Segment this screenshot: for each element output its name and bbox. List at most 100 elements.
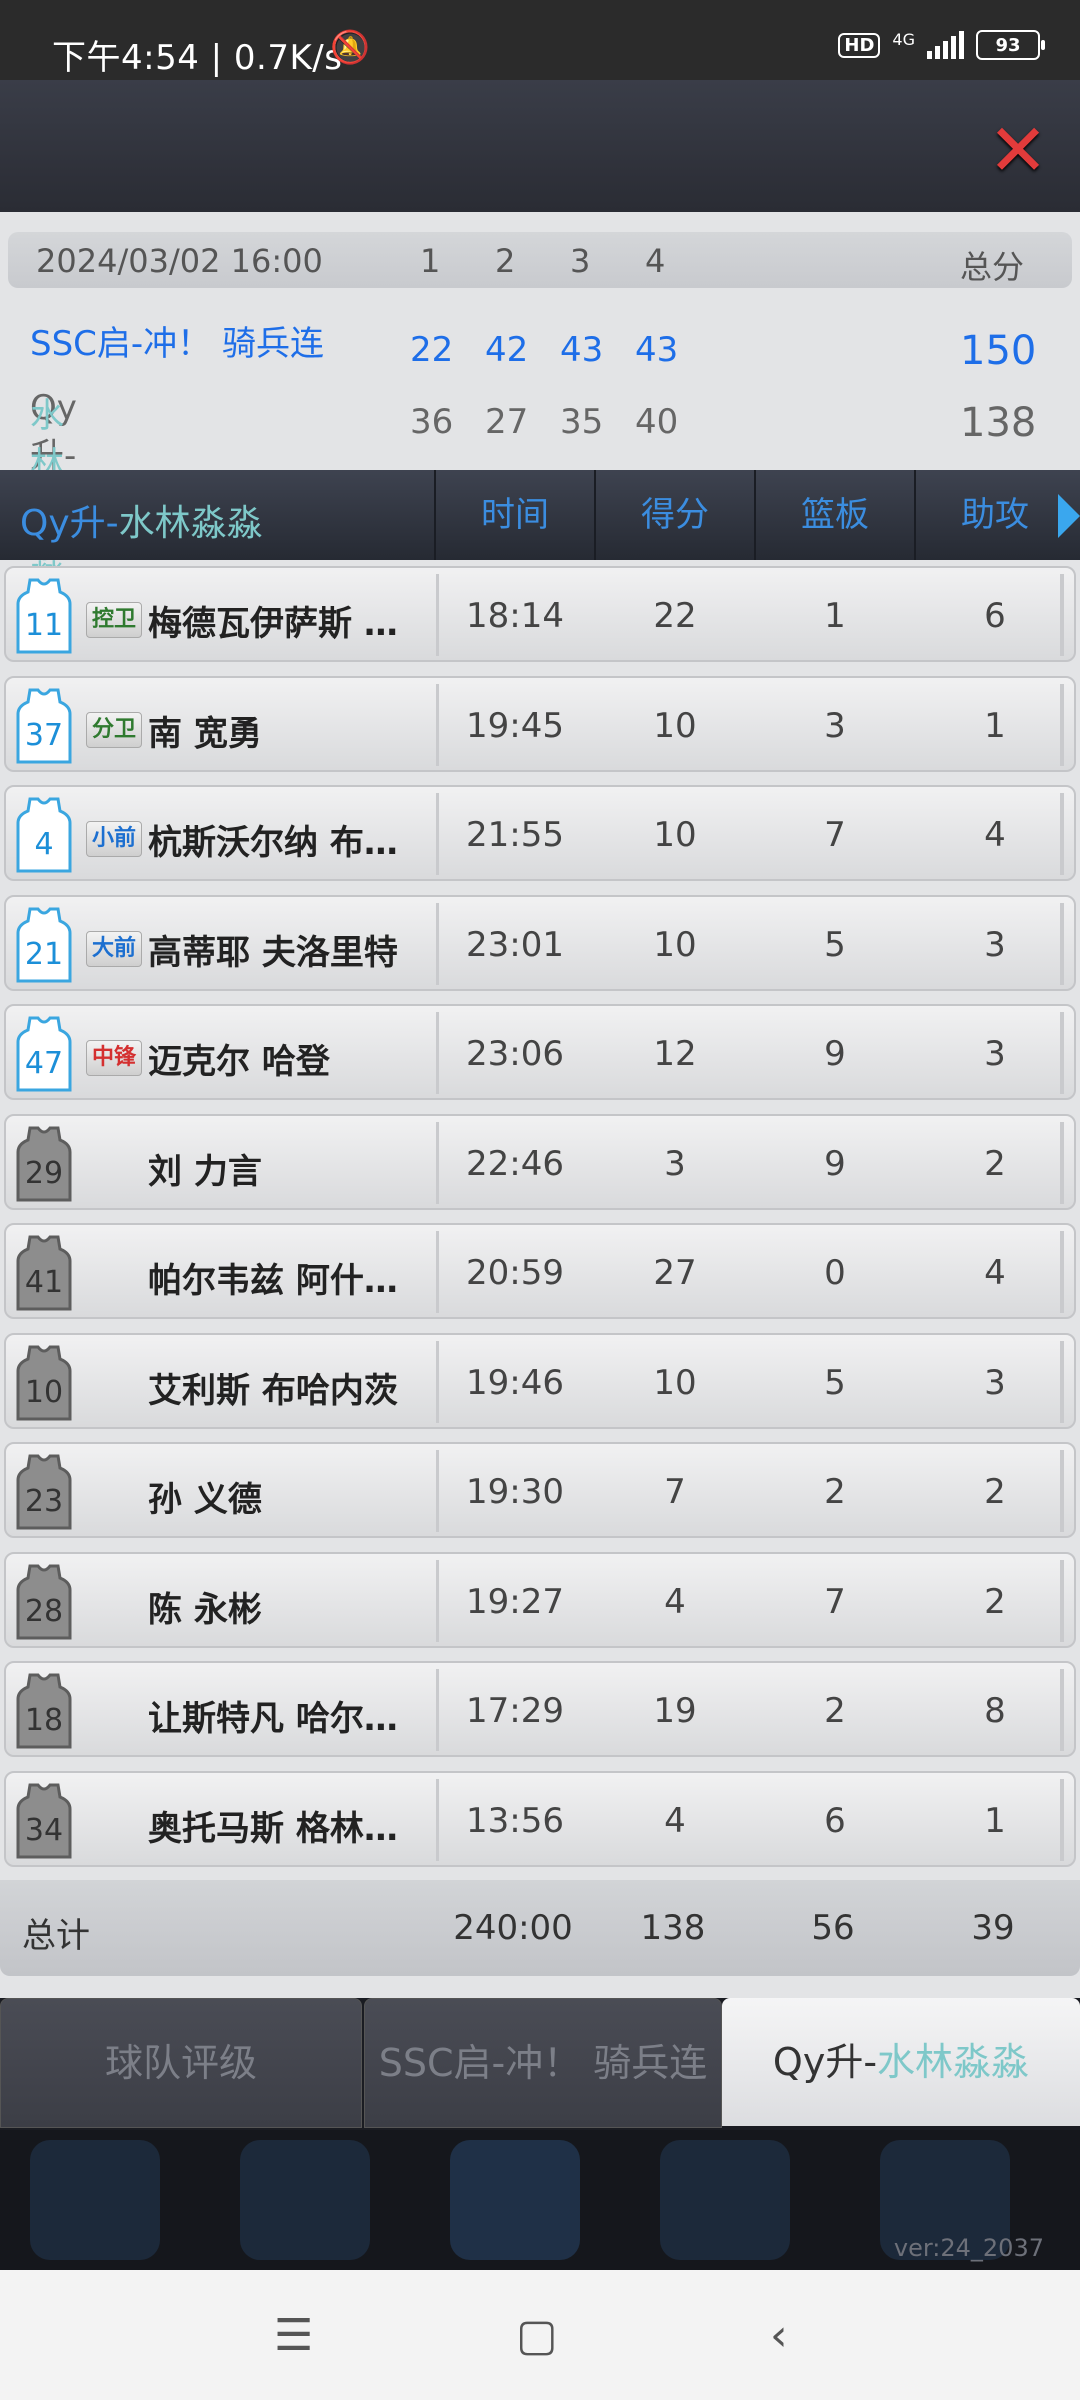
jersey-number: 23 [24,1484,64,1519]
home-team-score-row: SSC启-冲！ 骑兵连 22 42 43 43 150 [0,310,1080,374]
home-icon[interactable]: ▢ [516,2310,558,2361]
table-row[interactable]: 18 让斯特凡 哈尔恩瓦 17:29 19 2 8 [4,1661,1076,1757]
position-badge: 大前 [86,930,142,967]
player-name: 杭斯沃尔纳 布伦... [148,823,426,863]
table-row[interactable]: 47 中锋 迈克尔 哈登 23:06 12 9 3 [4,1004,1076,1100]
column-header-time[interactable]: 时间 [434,470,594,560]
row-edge [1060,1340,1064,1423]
close-icon[interactable]: ✕ [986,114,1050,186]
player-name: 南 宽勇 [148,713,262,754]
player-time: 19:27 [466,1581,564,1622]
row-edge [1060,574,1064,656]
player-rebounds: 7 [824,1581,846,1622]
bg-menu-icon [240,2140,370,2260]
total-row: 总计 240:00 138 56 39 [0,1880,1080,1976]
signal-icon [927,31,964,59]
battery-level: 93 [995,34,1021,56]
tab-team-rating[interactable]: 球队评级 [0,1998,362,2128]
table-row[interactable]: 4 小前 杭斯沃尔纳 布伦... 21:55 10 7 4 [4,785,1076,881]
tab-home-team[interactable]: SSC启-冲！ 骑兵连 [364,1998,722,2128]
bg-menu-icon [30,2140,160,2260]
status-bar: 下午4:54 | 0.7K/s 🔕 HD 4G 93 [0,0,1080,80]
table-row[interactable]: 10 艾利斯 布哈内茨 19:46 10 5 3 [4,1332,1076,1429]
position-badge: 控卫 [86,602,142,638]
row-edge [1060,1231,1064,1313]
column-header-rebounds[interactable]: 篮板 [754,470,914,560]
quarter-score: 22 [410,330,454,370]
table-row[interactable]: 23 孙 义德 19:30 7 2 2 [4,1442,1076,1538]
player-rebounds: 3 [824,705,846,746]
player-assists: 1 [984,1800,1006,1841]
jersey-icon: 11 [16,578,72,654]
away-team-score-row: Qy升-水林淼淼 36 27 35 40 138 [0,380,1080,583]
jersey-icon: 47 [16,1016,72,1092]
quarter-score: 27 [485,402,529,442]
scroll-right-arrow-icon[interactable] [1058,494,1080,538]
player-points: 7 [664,1472,686,1512]
table-row[interactable]: 29 刘 力言 22:46 3 9 2 [4,1113,1076,1210]
player-assists: 6 [984,596,1006,636]
row-edge [1060,683,1064,766]
player-assists: 4 [984,815,1006,855]
column-header-points[interactable]: 得分 [594,470,754,560]
back-icon[interactable]: ‹ [770,2310,788,2361]
total-assists: 39 [971,1908,1015,1948]
total-rebounds: 56 [811,1908,855,1948]
match-datetime: 2024/03/02 16:00 [36,242,323,280]
jersey-icon: 18 [16,1673,72,1749]
jersey-number: 29 [24,1155,64,1191]
hd-icon: HD [838,32,881,58]
player-points: 27 [653,1253,697,1293]
jersey-number: 47 [24,1046,64,1081]
menu-icon[interactable]: ☰ [274,2310,313,2361]
table-row[interactable]: 37 分卫南 宽勇 19:45 10 3 1 [4,675,1076,772]
column-header-assists[interactable]: 助攻 [914,470,1074,560]
table-row[interactable]: 28 陈 永彬 19:27 4 7 2 [4,1551,1076,1648]
player-rebounds: 6 [824,1800,846,1841]
tab-away-prefix: Qy升- [772,2040,878,2084]
table-row[interactable]: 11 控卫 梅德瓦伊萨斯 莱... 18:14 22 1 6 [4,566,1076,662]
home-team-name: SSC启-冲！ 骑兵连 [30,324,324,364]
player-points: 19 [653,1691,697,1731]
jersey-number: 37 [24,717,64,753]
row-edge [1060,1450,1064,1532]
row-edge [1060,1559,1064,1642]
player-time: 23:01 [466,924,564,965]
score-header: 2024/03/02 16:00 1 2 3 4 总分 [8,232,1072,288]
player-rebounds: 7 [824,815,846,855]
jersey-icon: 34 [16,1783,72,1859]
player-rebounds: 0 [824,1253,846,1293]
team-tabs: 球队评级 SSC启-冲！ 骑兵连 Qy升-水林淼淼 [0,1998,1080,2130]
player-stats-header: Qy升-水林淼淼 时间 得分 篮板 助攻 [0,470,1080,560]
player-name: 陈 永彬 [148,1589,262,1630]
quarter-label: 2 [495,242,516,280]
row-edge [1060,1012,1064,1094]
quarter-label: 1 [420,242,441,280]
table-row[interactable]: 34 奥托马斯 格林瓦... 13:56 4 6 1 [4,1770,1076,1867]
version-label: ver:24_2037 [893,2234,1044,2262]
bg-menu-icon [660,2140,790,2260]
player-points: 4 [664,1581,686,1622]
row-edge [1060,1669,1064,1751]
quarter-score: 36 [410,402,454,442]
player-time: 19:46 [466,1362,564,1403]
player-time: 23:06 [466,1034,564,1074]
player-name: 刘 力言 [148,1151,262,1192]
table-row[interactable]: 41 帕尔韦兹 阿什拉夫 20:59 27 0 4 [4,1223,1076,1319]
table-team-name: Qy升-水林淼淼 [20,494,263,546]
player-points: 10 [653,924,697,965]
player-name: 奥托马斯 格林瓦... [148,1808,426,1849]
player-time: 22:46 [466,1143,564,1184]
away-total-score: 138 [960,400,1037,446]
quarter-label: 4 [645,242,666,280]
player-points: 3 [664,1143,686,1184]
quarter-score: 42 [485,330,529,370]
tab-away-team[interactable]: Qy升-水林淼淼 [722,1998,1080,2126]
status-time: 下午4:54 | 0.7K/s [52,38,343,78]
jersey-icon: 41 [16,1235,72,1311]
jersey-icon: 4 [16,797,72,873]
position-badge: 中锋 [86,1040,142,1076]
player-time: 20:59 [466,1253,564,1293]
table-row[interactable]: 21 大前 高蒂耶 夫洛里特 23:01 10 5 3 [4,894,1076,991]
system-nav-bar: ☰ ▢ ‹ [0,2270,1080,2400]
